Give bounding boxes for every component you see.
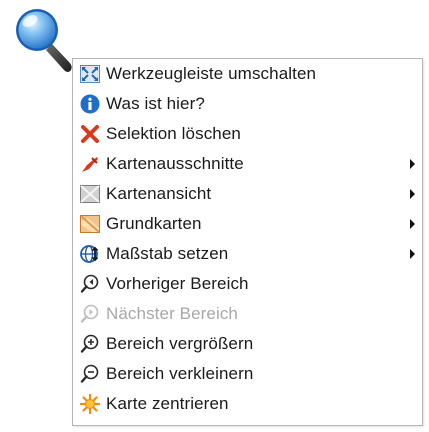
menu-item-center-map[interactable]: Karte zentrieren: [73, 389, 422, 419]
globe-scale-icon: [79, 243, 101, 265]
context-menu: Werkzeugleiste umschalten Was ist hier? …: [72, 58, 423, 426]
menu-item-label: Kartenausschnitte: [106, 154, 244, 173]
menu-item-label: Bereich vergrößern: [106, 334, 254, 353]
menu-item-set-scale[interactable]: Maßstab setzen: [73, 239, 422, 269]
base-map-icon: [79, 213, 101, 235]
menu-item-zoom-out[interactable]: Bereich verkleinern: [73, 359, 422, 389]
menu-item-label: Vorheriger Bereich: [106, 274, 249, 293]
menu-item-label: Was ist hier?: [106, 94, 205, 113]
menu-item-map-extracts[interactable]: Kartenausschnitte: [73, 149, 422, 179]
menu-item-what-is-here[interactable]: Was ist hier?: [73, 89, 422, 119]
menu-item-label: Bereich verkleinern: [106, 364, 254, 383]
zoom-next-icon: [79, 303, 101, 325]
submenu-arrow-icon: [410, 249, 415, 259]
submenu-arrow-icon: [410, 159, 415, 169]
menu-item-label: Karte zentrieren: [106, 394, 229, 413]
zoom-in-icon: [79, 333, 101, 355]
menu-item-previous-extent[interactable]: Vorheriger Bereich: [73, 269, 422, 299]
map-view-icon: [79, 183, 101, 205]
menu-item-label: Kartenansicht: [106, 184, 212, 203]
submenu-arrow-icon: [410, 219, 415, 229]
zoom-out-icon: [79, 363, 101, 385]
menu-item-toggle-toolbar[interactable]: Werkzeugleiste umschalten: [73, 59, 422, 89]
red-pin-icon: [79, 153, 101, 175]
menu-item-label: Werkzeugleiste umschalten: [106, 64, 317, 83]
menu-item-label: Selektion löschen: [106, 124, 241, 143]
toolbar-toggle-icon: [79, 63, 101, 85]
menu-item-label: Grundkarten: [106, 214, 202, 233]
menu-item-label: Maßstab setzen: [106, 244, 229, 263]
menu-item-base-maps[interactable]: Grundkarten: [73, 209, 422, 239]
zoom-previous-icon: [79, 273, 101, 295]
info-icon: [79, 93, 101, 115]
red-x-icon: [79, 123, 101, 145]
submenu-arrow-icon: [410, 189, 415, 199]
magnifier-pin-icon: [10, 4, 76, 76]
menu-item-zoom-in[interactable]: Bereich vergrößern: [73, 329, 422, 359]
center-map-icon: [79, 393, 101, 415]
menu-item-clear-selection[interactable]: Selektion löschen: [73, 119, 422, 149]
menu-item-next-extent[interactable]: Nächster Bereich: [73, 299, 422, 329]
menu-item-label: Nächster Bereich: [106, 304, 238, 323]
menu-item-map-view[interactable]: Kartenansicht: [73, 179, 422, 209]
